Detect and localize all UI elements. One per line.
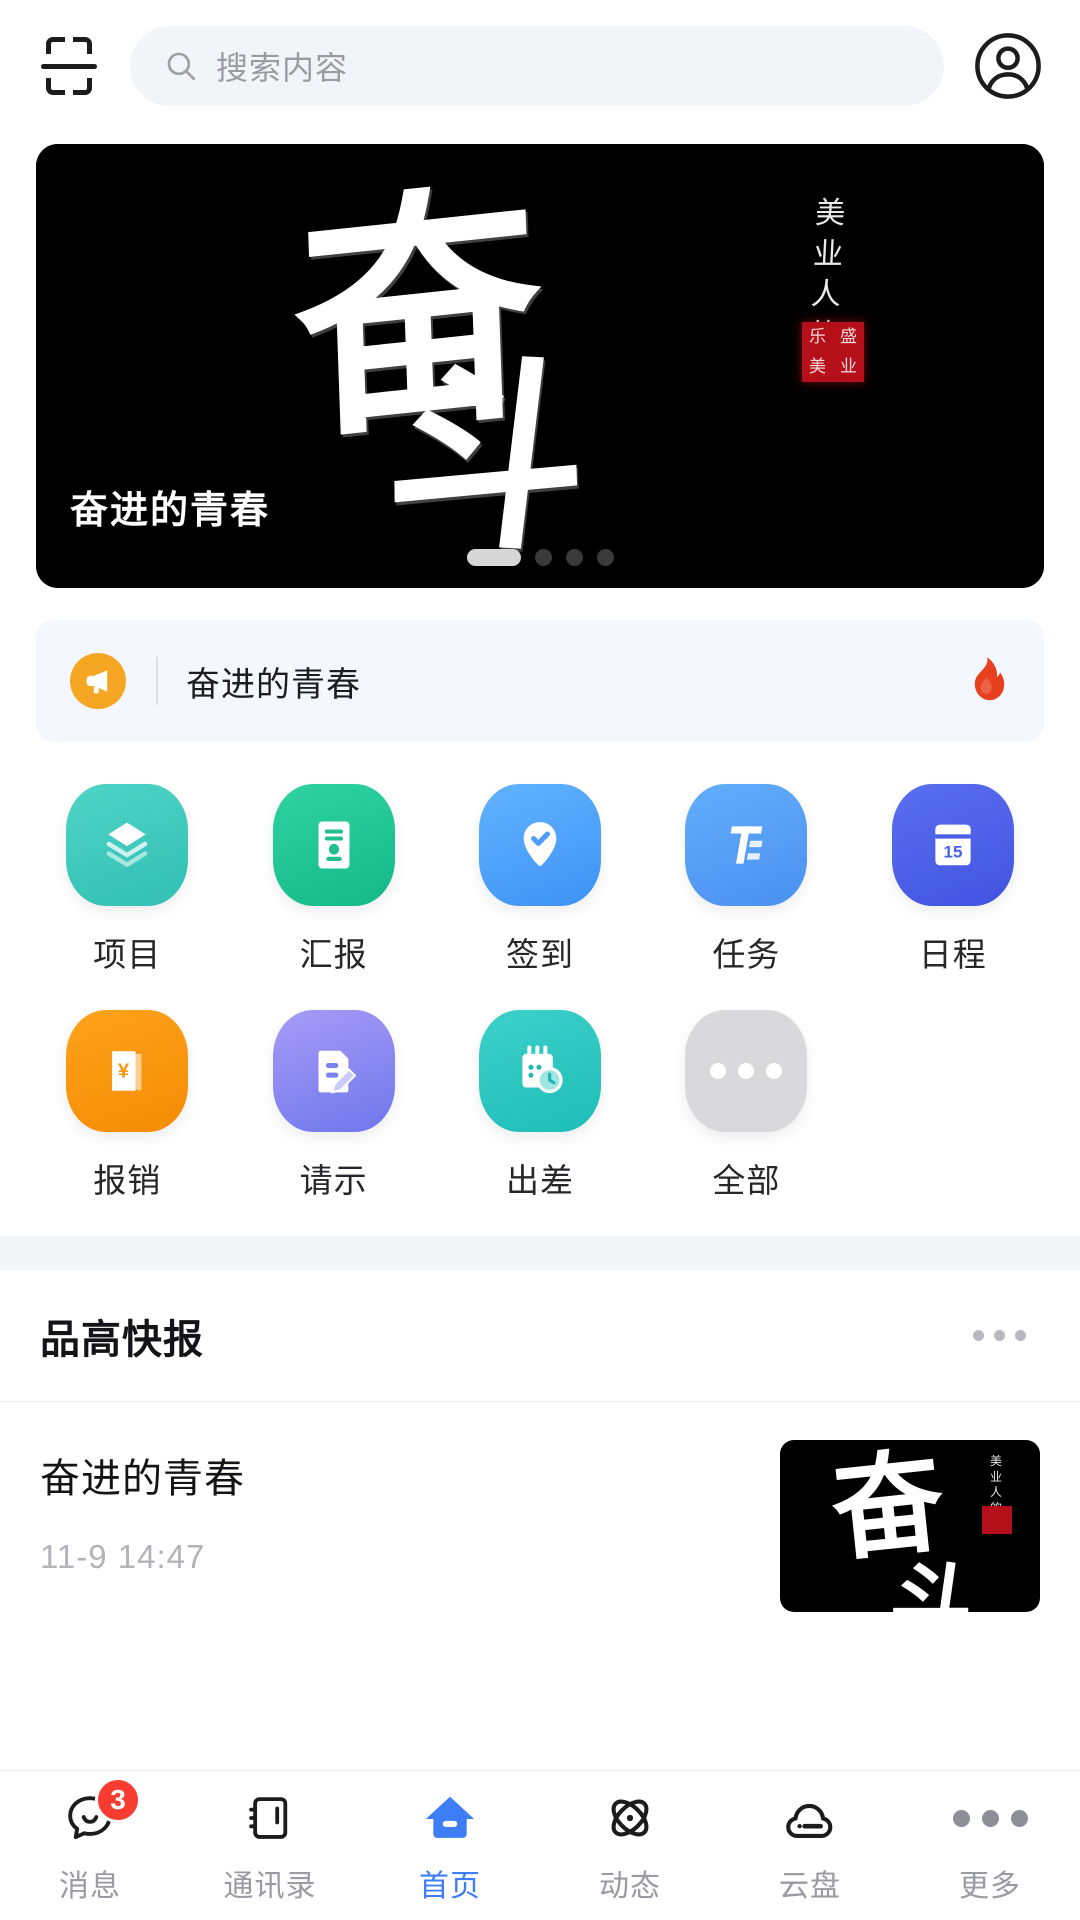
section-divider bbox=[0, 1236, 1080, 1270]
app-shortcut-label: 出差 bbox=[505, 1162, 574, 1199]
thumbnail-calligraphy-secondary: 斗 bbox=[884, 1548, 980, 1612]
app-shortcut-label: 汇报 bbox=[299, 936, 368, 973]
calendar-clock-icon bbox=[478, 1010, 601, 1132]
layers-icon bbox=[66, 784, 189, 906]
banner-calligraphy-secondary: 斗 bbox=[375, 333, 602, 581]
fire-icon bbox=[962, 654, 1010, 708]
app-shortcut-label: 请示 bbox=[299, 1162, 368, 1199]
tab-label: 通讯录 bbox=[223, 1870, 317, 1903]
banner-carousel[interactable]: 奋 斗 美业人的 乐 盛 美 业 奋进的青春 bbox=[36, 144, 1044, 588]
status-badge: 3 bbox=[95, 1777, 141, 1823]
app-shortcut-label: 日程 bbox=[918, 936, 987, 973]
banner-carousel-wrap: 奋 斗 美业人的 乐 盛 美 业 奋进的青春 bbox=[0, 132, 1080, 588]
app-shortcut-travel[interactable]: 出差 bbox=[437, 1010, 643, 1202]
atom-icon bbox=[601, 1787, 659, 1849]
tab-home[interactable]: 首页 bbox=[360, 1787, 540, 1905]
tab-label: 消息 bbox=[59, 1870, 121, 1903]
carousel-dot-active[interactable] bbox=[466, 549, 521, 566]
carousel-dot[interactable] bbox=[565, 549, 583, 566]
tab-cloud-disk[interactable]: 云盘 bbox=[720, 1787, 900, 1905]
news-item-time: 11-9 14:47 bbox=[40, 1538, 206, 1575]
contacts-icon bbox=[243, 1787, 297, 1849]
location-check-icon bbox=[478, 784, 601, 906]
tab-more[interactable]: 更多 bbox=[900, 1787, 1080, 1905]
tab-contacts[interactable]: 通讯录 bbox=[180, 1787, 360, 1905]
calendar-15-icon: 15 bbox=[891, 784, 1014, 906]
tab-label: 首页 bbox=[419, 1870, 481, 1903]
app-shortcut-label: 报销 bbox=[93, 1162, 162, 1199]
search-icon bbox=[167, 52, 196, 81]
news-item-title: 奋进的青春 bbox=[40, 1457, 245, 1501]
announcement-divider bbox=[156, 657, 158, 705]
app-shortcut-request[interactable]: 请示 bbox=[230, 1010, 436, 1202]
scan-icon[interactable] bbox=[36, 33, 102, 99]
tab-label: 云盘 bbox=[779, 1870, 841, 1903]
megaphone-icon bbox=[70, 653, 126, 709]
tab-messages[interactable]: 3 消息 bbox=[0, 1777, 180, 1905]
app-shortcut-label: 全部 bbox=[712, 1162, 781, 1199]
app-shortcut-report[interactable]: 汇报 bbox=[230, 784, 436, 976]
app-shortcut-label: 签到 bbox=[505, 936, 574, 973]
app-shortcut-all[interactable]: 全部 bbox=[643, 1010, 849, 1202]
announcement-text: 奋进的青春 bbox=[186, 665, 361, 704]
app-shortcut-project[interactable]: 项目 bbox=[24, 784, 230, 976]
app-header: 搜索内容 bbox=[0, 0, 1080, 132]
banner-calligraphy: 奋 斗 bbox=[289, 154, 622, 588]
app-shortcut-label: 项目 bbox=[93, 936, 162, 973]
news-item-thumbnail: 奋 斗 美业人的 bbox=[780, 1440, 1040, 1612]
bottom-tab-bar: 3 消息 通讯录 首页 动态 云盘 更多 bbox=[0, 1770, 1080, 1920]
list-item[interactable]: 奋进的青春 11-9 14:47 奋 斗 美业人的 bbox=[0, 1402, 1080, 1612]
cloud-disk-icon bbox=[781, 1787, 839, 1849]
search-placeholder: 搜索内容 bbox=[216, 50, 349, 86]
news-section-header: 品高快报 bbox=[0, 1270, 1080, 1402]
page-title: 品高快报 bbox=[40, 1317, 204, 1362]
news-more-button[interactable] bbox=[959, 1316, 1040, 1355]
banner-caption: 奋进的青春 bbox=[70, 490, 271, 532]
banner-seal-stamp: 乐 盛 美 业 bbox=[802, 322, 864, 382]
announcement-bar[interactable]: 奋进的青春 bbox=[36, 620, 1044, 742]
home-icon bbox=[421, 1787, 479, 1849]
carousel-dot[interactable] bbox=[596, 549, 614, 566]
report-doc-icon bbox=[272, 784, 395, 906]
svg-text:¥: ¥ bbox=[118, 1060, 130, 1082]
tab-label: 更多 bbox=[959, 1870, 1021, 1903]
app-shortcut-label: 任务 bbox=[712, 936, 781, 973]
app-shortcut-expense[interactable]: ¥ 报销 bbox=[24, 1010, 230, 1202]
search-input[interactable]: 搜索内容 bbox=[130, 26, 944, 106]
chat-smile-icon: 3 bbox=[61, 1777, 141, 1849]
carousel-pagination[interactable] bbox=[36, 549, 1044, 566]
more-dots-icon bbox=[685, 1010, 808, 1132]
user-avatar-icon[interactable] bbox=[972, 30, 1044, 102]
more-dots-icon bbox=[952, 1787, 1028, 1849]
app-shortcut-checkin[interactable]: 签到 bbox=[437, 784, 643, 976]
news-item-text: 奋进的青春 11-9 14:47 bbox=[40, 1440, 752, 1576]
app-shortcut-task[interactable]: 任务 bbox=[643, 784, 849, 976]
carousel-dot[interactable] bbox=[534, 549, 552, 566]
task-t-icon bbox=[685, 784, 808, 906]
thumbnail-seal-stamp bbox=[982, 1506, 1012, 1534]
svg-text:15: 15 bbox=[943, 842, 962, 861]
app-shortcut-schedule[interactable]: 15 日程 bbox=[850, 784, 1056, 976]
tab-label: 动态 bbox=[599, 1870, 661, 1903]
edit-doc-icon bbox=[272, 1010, 395, 1132]
app-shortcut-grid: 项目 汇报 签到 任务 15 日程 ¥ 报销 请示 出差 全部 bbox=[0, 742, 1080, 1236]
yuan-receipt-icon: ¥ bbox=[66, 1010, 189, 1132]
tab-feed[interactable]: 动态 bbox=[540, 1787, 720, 1905]
